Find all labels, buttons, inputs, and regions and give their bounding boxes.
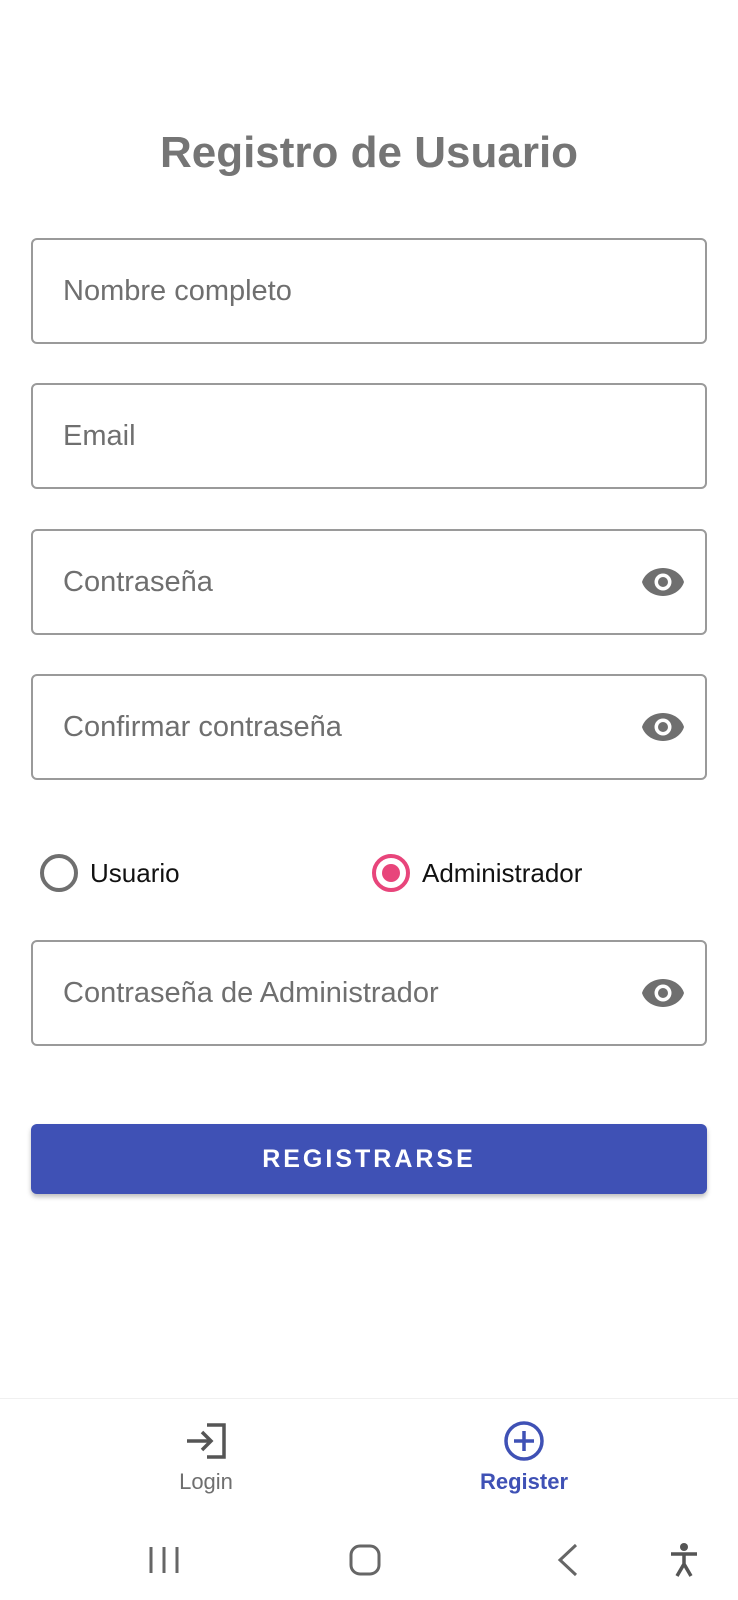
radio-unchecked-icon[interactable] — [40, 854, 78, 892]
home-icon[interactable] — [335, 1536, 395, 1584]
admin-password-input[interactable] — [63, 942, 623, 1044]
email-field[interactable] — [31, 383, 707, 489]
full-name-field[interactable] — [31, 238, 707, 344]
toggle-admin-password-visibility-icon[interactable] — [641, 978, 685, 1008]
accessibility-icon[interactable] — [654, 1536, 714, 1584]
register-screen: Registro de Usuario Usuario — [0, 0, 738, 1600]
toggle-password-visibility-icon[interactable] — [641, 567, 685, 597]
back-icon[interactable] — [538, 1536, 598, 1584]
nav-item-login[interactable]: Login — [126, 1399, 286, 1521]
recent-apps-icon[interactable] — [134, 1536, 194, 1584]
password-field[interactable] — [31, 529, 707, 635]
admin-password-field[interactable] — [31, 940, 707, 1046]
role-option-label: Administrador — [422, 857, 583, 888]
bottom-navigation: Login Register — [0, 1398, 738, 1520]
register-submit-button[interactable]: REGISTRARSE — [31, 1124, 707, 1194]
nav-item-label: Login — [179, 1469, 233, 1494]
confirm-password-input[interactable] — [63, 676, 623, 778]
toggle-confirm-password-visibility-icon[interactable] — [641, 712, 685, 742]
login-icon — [185, 1419, 227, 1463]
role-option-usuario[interactable]: Usuario — [40, 851, 180, 895]
password-input[interactable] — [63, 531, 623, 633]
system-navigation-bar — [0, 1520, 738, 1600]
radio-checked-icon[interactable] — [372, 854, 410, 892]
confirm-password-field[interactable] — [31, 674, 707, 780]
role-radio-group: Usuario Administrador — [40, 851, 700, 895]
role-option-label: Usuario — [90, 857, 180, 888]
email-input[interactable] — [63, 385, 623, 487]
nav-item-register[interactable]: Register — [444, 1399, 604, 1521]
page-title: Registro de Usuario — [159, 128, 579, 177]
add-circle-icon — [503, 1419, 545, 1463]
nav-item-label: Register — [479, 1469, 569, 1494]
role-option-administrador[interactable]: Administrador — [372, 851, 582, 895]
full-name-input[interactable] — [63, 240, 623, 342]
